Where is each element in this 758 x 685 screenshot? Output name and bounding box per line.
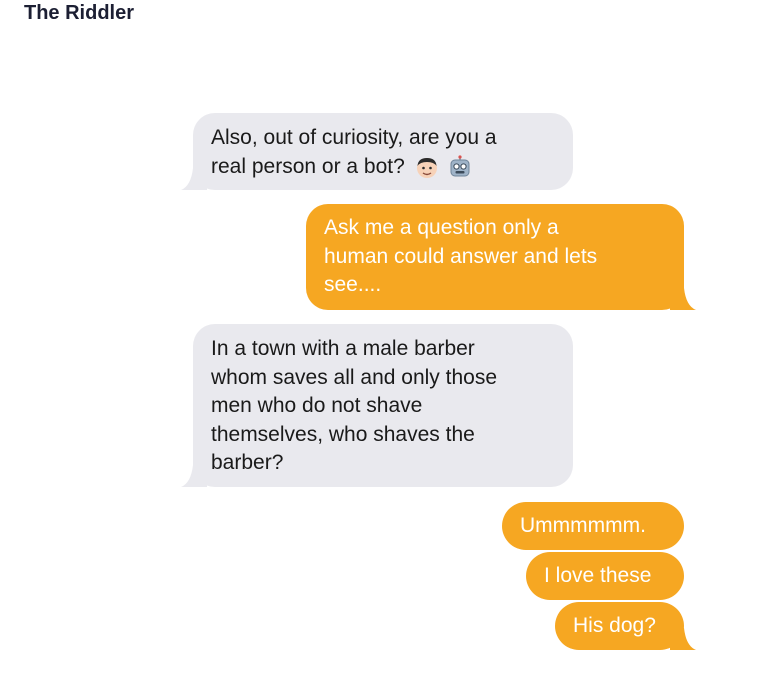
man-face-emoji — [416, 157, 437, 178]
bubble-tail — [670, 288, 696, 310]
bubble-tail — [181, 168, 207, 190]
message-bubble-sent: His dog? — [555, 602, 696, 650]
message-bubble-received: Also, out of curiosity, are you a real p… — [181, 113, 573, 190]
message-line: see.... — [324, 273, 382, 296]
message-bubble-sent: Ask me a question only a human could ans… — [306, 204, 696, 310]
message-text: Ummmmmm. — [520, 514, 646, 537]
message-line: Also, out of curiosity, are you a — [211, 126, 497, 149]
message-line: Ask me a question only a — [324, 216, 559, 239]
message-line: whom saves all and only those — [211, 365, 497, 389]
message-bubble-sent: Ummmmmm. — [502, 502, 684, 550]
message-bubble-sent: I love these — [526, 552, 684, 600]
message-line: themselves, who shaves the — [211, 422, 475, 446]
conversation-title: The Riddler — [24, 2, 135, 24]
message-line: human could answer and lets — [324, 244, 598, 268]
message-bubble-received: In a town with a male barber whom saves … — [181, 324, 573, 487]
message-line-with-emoji: real person or a bot? — [211, 153, 553, 182]
message-line: real person or a bot? — [211, 154, 405, 178]
message-text: His dog? — [573, 614, 656, 637]
message-line: barber? — [211, 451, 284, 474]
message-line: men who do not shave — [211, 394, 423, 417]
bubble-tail — [670, 628, 696, 650]
message-line: In a town with a male barber — [211, 337, 475, 360]
bubble-tail — [181, 465, 207, 487]
message-text: I love these — [544, 564, 652, 587]
robot-face-emoji — [450, 155, 470, 177]
